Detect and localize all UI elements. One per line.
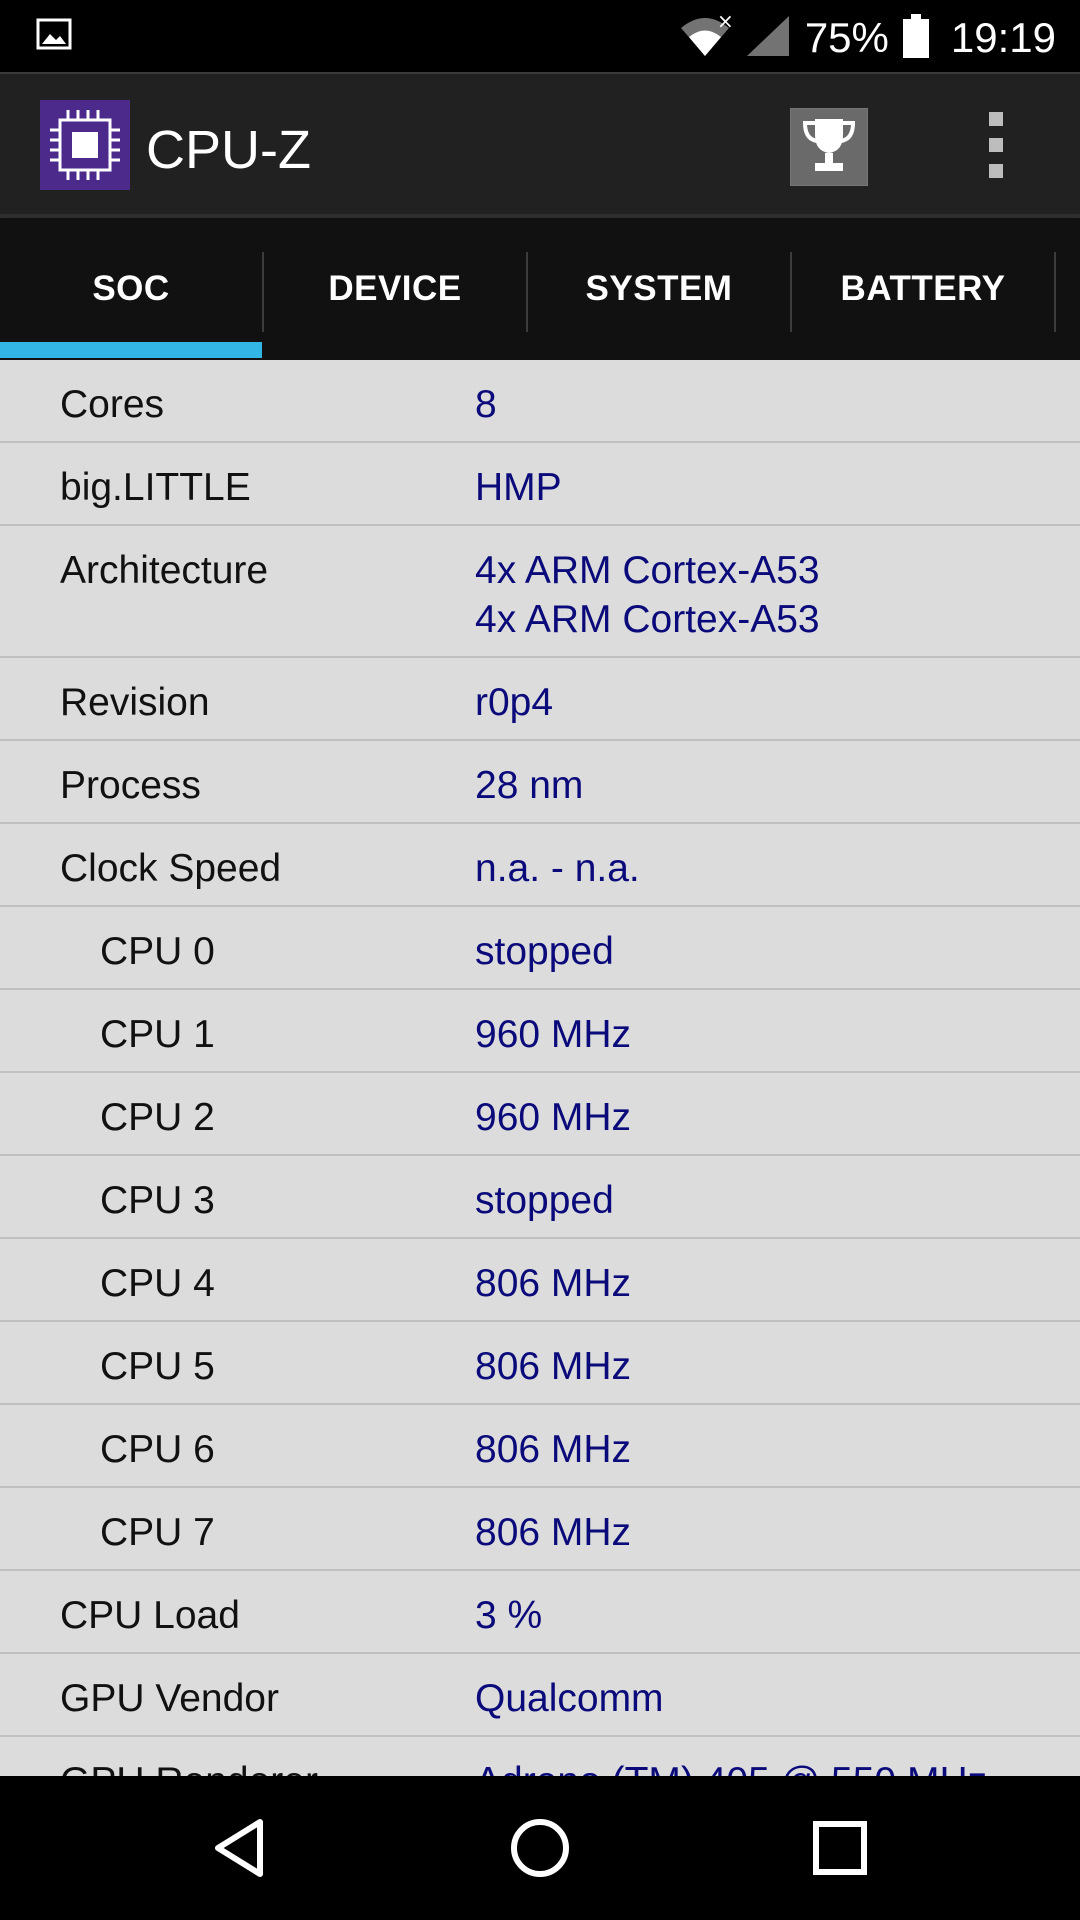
overflow-menu-icon[interactable] — [980, 112, 1012, 178]
row-label: Clock Speed — [60, 847, 282, 890]
row-label: big.LITTLE — [60, 466, 251, 509]
back-icon[interactable] — [192, 1800, 288, 1896]
info-row-revision: Revision r0p4 — [0, 658, 1080, 741]
row-value: HMP — [475, 466, 562, 509]
status-bar: × 75% 19:19 — [0, 0, 1080, 72]
clock: 19:19 — [950, 14, 1056, 61]
row-value: n.a. - n.a. — [475, 847, 640, 890]
cpu-chip-icon — [40, 100, 130, 190]
row-value: 8 — [475, 383, 497, 426]
info-row-cpu-3: CPU 3 stopped — [0, 1156, 1080, 1239]
row-value: 960 MHz — [475, 1096, 632, 1139]
row-label: Cores — [60, 383, 165, 426]
row-value: 4x ARM Cortex-A53 4x ARM Cortex-A53 — [475, 546, 820, 644]
info-row-cpu-6: CPU 6 806 MHz — [0, 1405, 1080, 1488]
row-value-line: 4x ARM Cortex-A53 — [475, 598, 820, 641]
row-value: 806 MHz — [475, 1262, 632, 1305]
soc-info-list[interactable]: Cores 8 big.LITTLE HMP Architecture 4x A… — [0, 360, 1080, 1776]
app-title: CPU-Z — [146, 120, 311, 180]
row-label: Revision — [60, 681, 210, 724]
info-row-big-little: big.LITTLE HMP — [0, 443, 1080, 526]
row-value: Adreno (TM) 405 @ 550 MHz — [475, 1757, 987, 1776]
info-row-process: Process 28 nm — [0, 741, 1080, 824]
info-row-cores: Cores 8 — [0, 360, 1080, 443]
row-label: CPU 7 — [100, 1511, 215, 1554]
row-value: 806 MHz — [475, 1345, 632, 1388]
tab-divider — [1054, 252, 1056, 332]
row-value: 960 MHz — [475, 1013, 632, 1056]
info-row-gpu-renderer: GPU Renderer Adreno (TM) 405 @ 550 MHz — [0, 1737, 1080, 1776]
app-bar: CPU-Z — [0, 72, 1080, 218]
info-row-cpu-1: CPU 1 960 MHz — [0, 990, 1080, 1073]
tab-system[interactable]: SYSTEM — [528, 218, 790, 360]
svg-text:×: × — [717, 14, 731, 33]
cell-signal-icon — [745, 14, 791, 63]
row-label: CPU Load — [60, 1594, 240, 1637]
row-label: CPU 1 — [100, 1013, 215, 1056]
row-label: GPU Renderer — [60, 1757, 318, 1776]
info-row-cpu-5: CPU 5 806 MHz — [0, 1322, 1080, 1405]
row-value-line: 4x ARM Cortex-A53 — [475, 549, 820, 592]
row-label: CPU 3 — [100, 1179, 215, 1222]
recents-icon[interactable] — [792, 1800, 888, 1896]
tab-battery[interactable]: BATTERY — [792, 218, 1054, 360]
row-label: GPU Vendor — [60, 1677, 279, 1720]
row-label: CPU 0 — [100, 930, 215, 973]
tab-device[interactable]: DEVICE — [264, 218, 526, 360]
battery-percent: 75% — [804, 14, 889, 61]
row-value: 28 nm — [475, 764, 584, 807]
row-label: CPU 5 — [100, 1345, 215, 1388]
row-value: r0p4 — [475, 681, 554, 724]
row-label: CPU 2 — [100, 1096, 215, 1139]
row-label: Architecture — [60, 549, 269, 592]
trophy-button[interactable] — [790, 108, 868, 186]
trophy-icon — [801, 115, 857, 180]
tab-bar: SOC DEVICE SYSTEM BATTERY — [0, 218, 1080, 360]
image-icon — [36, 18, 72, 55]
row-value: Qualcomm — [475, 1677, 664, 1720]
row-label: CPU 4 — [100, 1262, 215, 1305]
row-label: CPU 6 — [100, 1428, 215, 1471]
row-value: 806 MHz — [475, 1428, 632, 1471]
wifi-icon: × — [679, 9, 734, 63]
info-row-cpu-4: CPU 4 806 MHz — [0, 1239, 1080, 1322]
row-value: stopped — [475, 930, 614, 973]
info-row-gpu-vendor: GPU Vendor Qualcomm — [0, 1654, 1080, 1737]
home-icon[interactable] — [492, 1800, 588, 1896]
info-row-cpu-7: CPU 7 806 MHz — [0, 1488, 1080, 1571]
row-value: 3 % — [475, 1594, 543, 1637]
row-value: stopped — [475, 1179, 614, 1222]
navigation-bar — [0, 1776, 1080, 1920]
row-label: Process — [60, 764, 201, 807]
info-row-architecture: Architecture 4x ARM Cortex-A53 4x ARM Co… — [0, 526, 1080, 658]
info-row-cpu-load: CPU Load 3 % — [0, 1571, 1080, 1654]
battery-icon — [902, 13, 929, 63]
tab-soc[interactable]: SOC — [0, 218, 262, 360]
info-row-cpu-0: CPU 0 stopped — [0, 907, 1080, 990]
info-row-clock-speed: Clock Speed n.a. - n.a. — [0, 824, 1080, 907]
selected-tab-indicator — [0, 342, 262, 358]
row-value: 806 MHz — [475, 1511, 632, 1554]
info-row-cpu-2: CPU 2 960 MHz — [0, 1073, 1080, 1156]
